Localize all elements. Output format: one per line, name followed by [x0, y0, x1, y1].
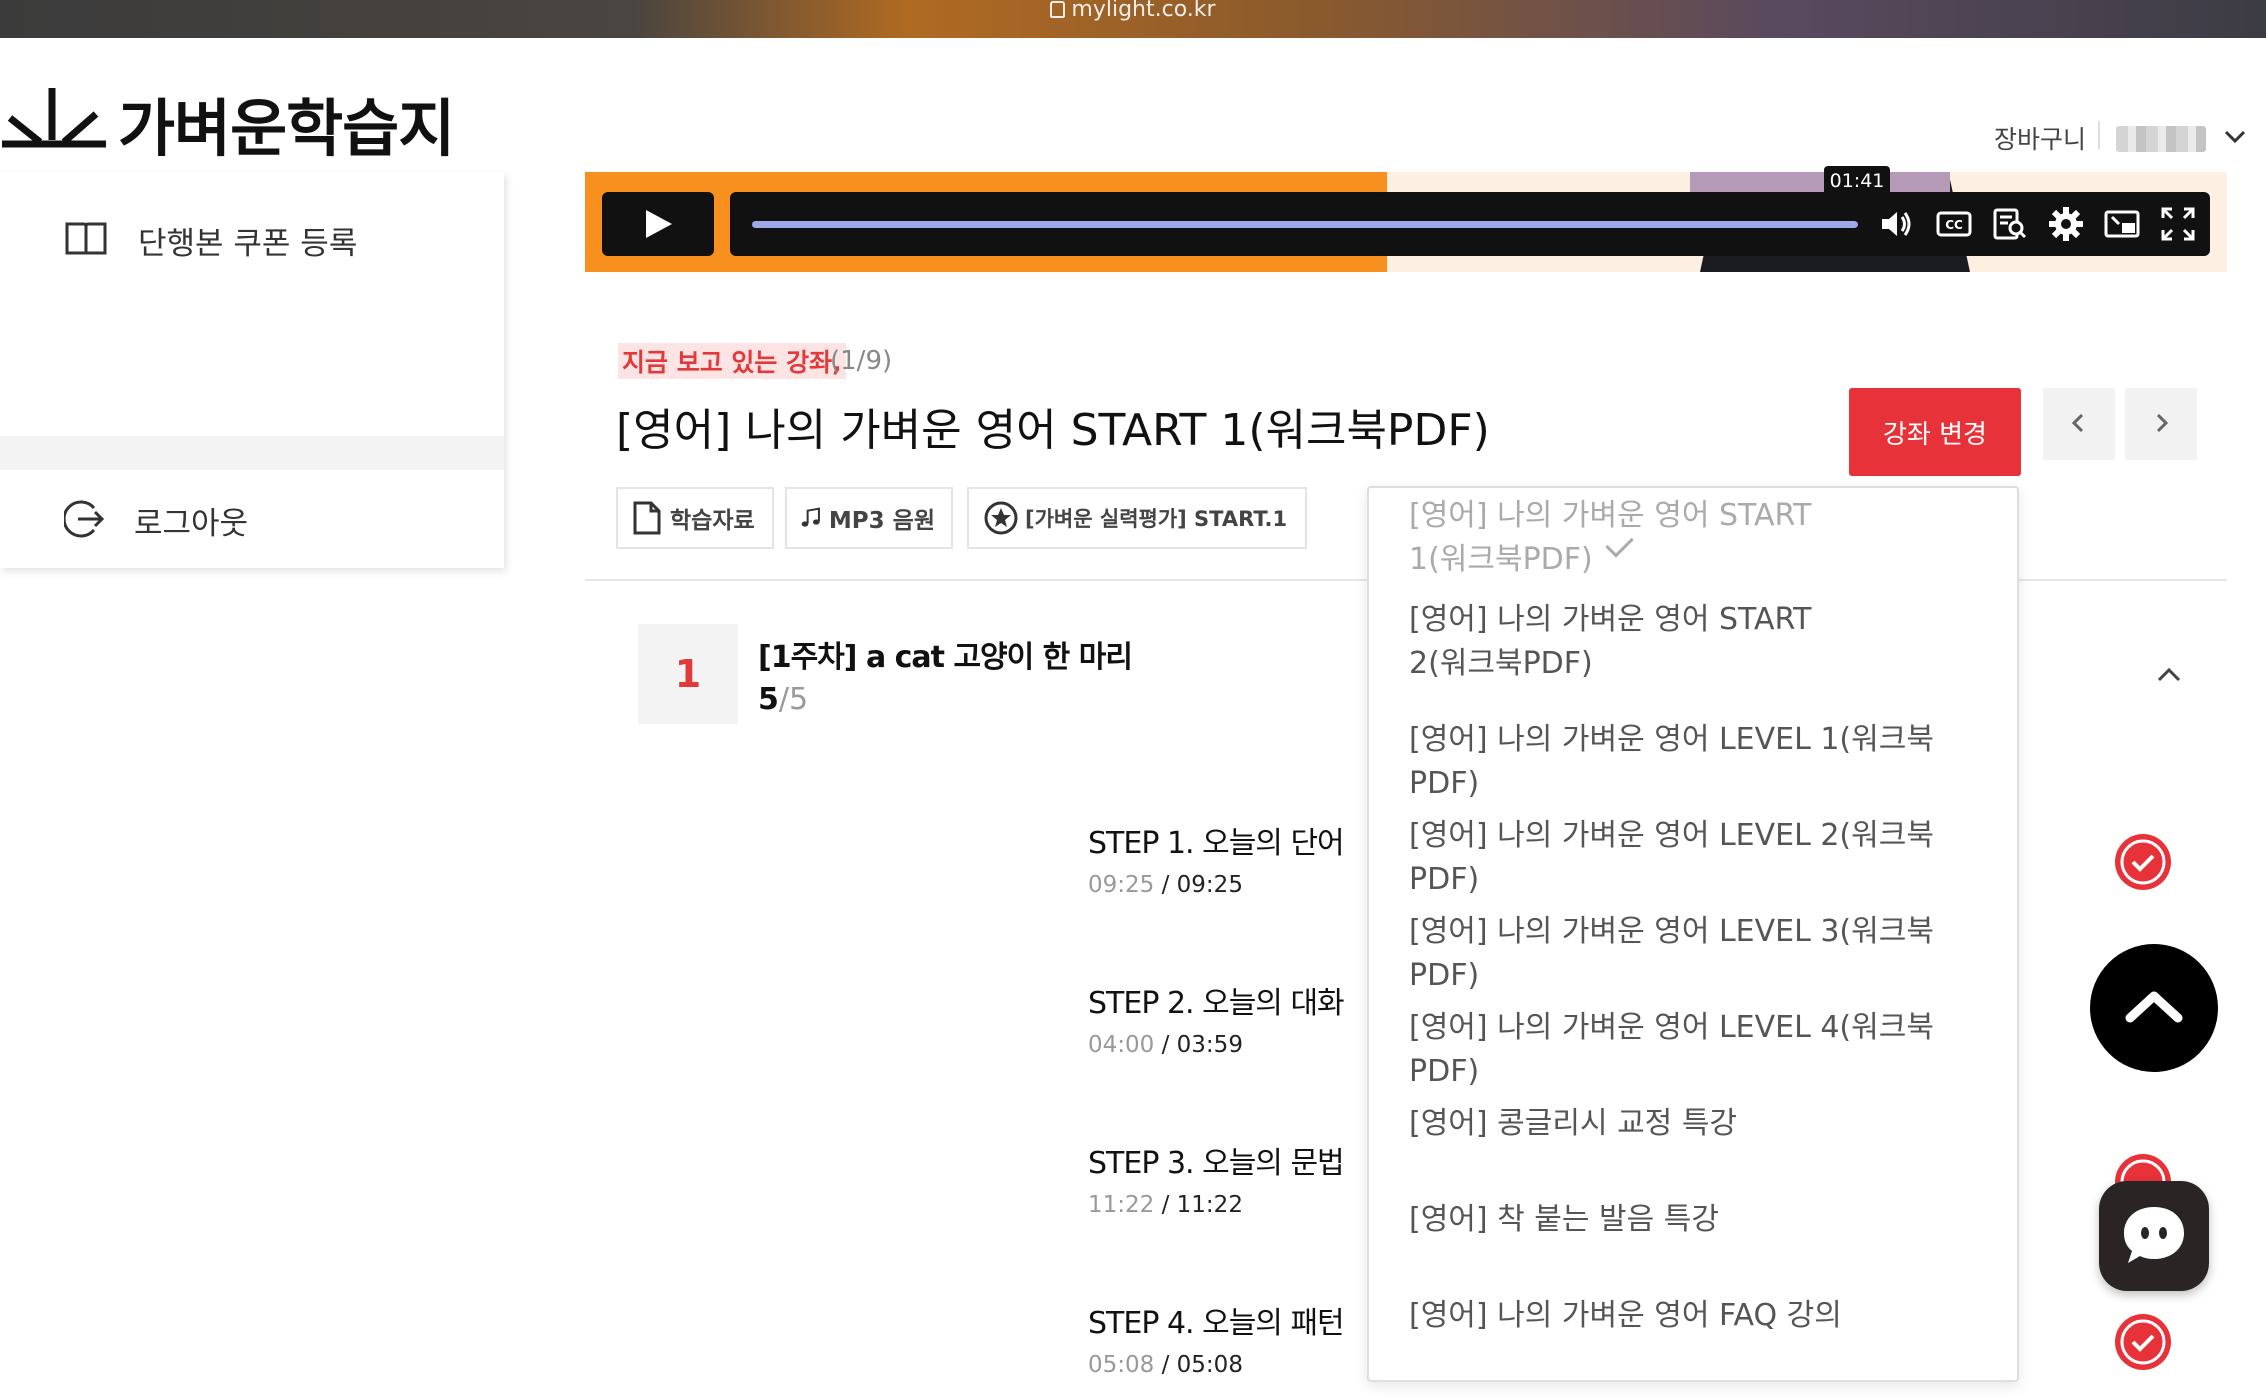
- sidebar-item-logout[interactable]: 로그아웃: [134, 498, 248, 543]
- week-progress: 5/5: [758, 682, 808, 717]
- step-title[interactable]: STEP 1. 오늘의 단어: [1088, 818, 1345, 862]
- star-circle-icon: [984, 501, 1018, 535]
- book-icon: [65, 222, 107, 255]
- check-circle-icon: [2115, 1314, 2171, 1370]
- dropdown-option[interactable]: [영어] 나의 가벼운 영어 FAQ 강의: [1409, 1294, 1999, 1338]
- sidebar-item-coupon[interactable]: 단행본 쿠폰 등록: [138, 218, 357, 263]
- week-progress-done: 5: [758, 682, 779, 717]
- mp3-label: MP3 음원: [828, 508, 935, 534]
- user-name-blurred[interactable]: [2116, 126, 2206, 152]
- assessment-label: [가벼운 실력평가] START.1: [1025, 507, 1288, 531]
- change-lecture-button[interactable]: 강좌 변경: [1849, 388, 2021, 476]
- chevron-up-icon: [2125, 991, 2183, 1023]
- transcript-icon[interactable]: [1992, 206, 2028, 242]
- dropdown-option[interactable]: [영어] 착 붙는 발음 특강: [1409, 1198, 1999, 1242]
- step-title[interactable]: STEP 2. 오늘의 대화: [1088, 978, 1345, 1022]
- option-line2: 2(워크북PDF): [1409, 646, 1593, 681]
- lecture-dropdown: [영어] 나의 가벼운 영어 START 1(워크북PDF) [영어] 나의 가벼…: [1367, 486, 2019, 1382]
- step-time: 09:25 / 09:25: [1088, 872, 1243, 898]
- mp3-button[interactable]: MP3 음원: [785, 487, 953, 549]
- dropdown-option[interactable]: [영어] 나의 가벼운 영어 LEVEL 4(워크북PDF): [1409, 1006, 1999, 1094]
- week-title: [1주차] a cat 고양이 한 마리: [758, 640, 1133, 675]
- lecture-title: [영어] 나의 가벼운 영어 START 1(워크북PDF): [616, 405, 1490, 456]
- pip-icon[interactable]: [2104, 206, 2140, 242]
- study-material-label: 학습자료: [670, 508, 755, 534]
- step-time: 04:00 / 03:59: [1088, 1032, 1243, 1058]
- step-total: / 03:59: [1154, 1032, 1243, 1058]
- hover-time: 01:41: [1824, 166, 1890, 196]
- captions-icon[interactable]: CC: [1936, 206, 1972, 242]
- url-bar[interactable]: mylight.co.kr: [0, 0, 2266, 22]
- lecture-count: (1/9): [830, 346, 893, 376]
- settings-icon[interactable]: [2048, 206, 2084, 242]
- step-total: / 09:25: [1154, 872, 1243, 898]
- study-material-button[interactable]: 학습자료: [616, 487, 774, 549]
- play-icon: [646, 210, 672, 238]
- lock-icon: [1050, 0, 1066, 18]
- step-watched: 11:22: [1088, 1192, 1155, 1218]
- logo-icon[interactable]: [0, 84, 108, 150]
- dropdown-option[interactable]: [영어] 나의 가벼운 영어 START 1(워크북PDF): [1409, 494, 1999, 582]
- next-lecture-button[interactable]: [2125, 388, 2197, 460]
- sidebar-divider: [0, 436, 504, 470]
- url-text: mylight.co.kr: [1071, 0, 1216, 22]
- assessment-button[interactable]: [가벼운 실력평가] START.1: [967, 487, 1307, 549]
- step-time: 05:08 / 05:08: [1088, 1352, 1243, 1378]
- chevron-left-icon: [2071, 413, 2084, 432]
- header-divider: [2098, 121, 2100, 149]
- option-line1: [영어] 나의 가벼운 영어 START: [1409, 498, 1812, 533]
- dropdown-option[interactable]: [영어] 콩글리시 교정 특강: [1409, 1102, 1999, 1146]
- check-circle-icon: [2115, 834, 2171, 890]
- step-watched: 09:25: [1088, 872, 1155, 898]
- volume-icon[interactable]: [1878, 206, 1914, 242]
- checkmark-icon: [1605, 529, 1634, 558]
- option-line1: [영어] 나의 가벼운 영어 START: [1409, 602, 1812, 637]
- chat-icon: [2124, 1207, 2184, 1263]
- week-number-badge: 1: [638, 624, 738, 724]
- svg-text:CC: CC: [1945, 218, 1963, 232]
- scroll-top-button[interactable]: [2090, 944, 2218, 1072]
- video-figure-top: [1690, 172, 1950, 192]
- step-title[interactable]: STEP 4. 오늘의 패턴: [1088, 1298, 1345, 1342]
- fullscreen-icon[interactable]: [2160, 206, 2196, 242]
- option-line2: 1(워크북PDF): [1409, 542, 1593, 577]
- dropdown-option[interactable]: [영어] 나의 가벼운 영어 LEVEL 3(워크북PDF): [1409, 910, 1999, 998]
- music-note-icon: [801, 507, 820, 527]
- step-total: / 05:08: [1154, 1352, 1243, 1378]
- step-watched: 04:00: [1088, 1032, 1155, 1058]
- step-watched: 05:08: [1088, 1352, 1155, 1378]
- chevron-up-icon[interactable]: [2154, 660, 2184, 690]
- dropdown-option[interactable]: [영어] 나의 가벼운 영어 START 2(워크북PDF): [1409, 598, 1999, 686]
- step-time: 11:22 / 11:22: [1088, 1192, 1243, 1218]
- chat-button[interactable]: [2099, 1181, 2209, 1291]
- dropdown-option[interactable]: [영어] 나의 가벼운 영어 LEVEL 2(워크북PDF): [1409, 814, 1999, 902]
- progress-track[interactable]: [752, 221, 1858, 228]
- cart-link[interactable]: 장바구니: [1994, 120, 2086, 156]
- now-watching-label: 지금 보고 있는 강좌,: [618, 343, 846, 379]
- play-button[interactable]: [602, 192, 714, 256]
- dropdown-option[interactable]: [영어] 나의 가벼운 영어 LEVEL 1(워크북PDF): [1409, 718, 1999, 806]
- document-icon: [633, 501, 661, 535]
- prev-lecture-button[interactable]: [2043, 388, 2115, 460]
- logout-icon: [64, 500, 105, 538]
- chevron-right-icon: [2156, 413, 2169, 432]
- logo-text[interactable]: 가벼운학습지: [118, 78, 455, 168]
- chevron-down-icon[interactable]: [2222, 124, 2248, 150]
- step-title[interactable]: STEP 3. 오늘의 문법: [1088, 1138, 1345, 1182]
- week-progress-total: /5: [778, 682, 809, 717]
- step-total: / 11:22: [1154, 1192, 1243, 1218]
